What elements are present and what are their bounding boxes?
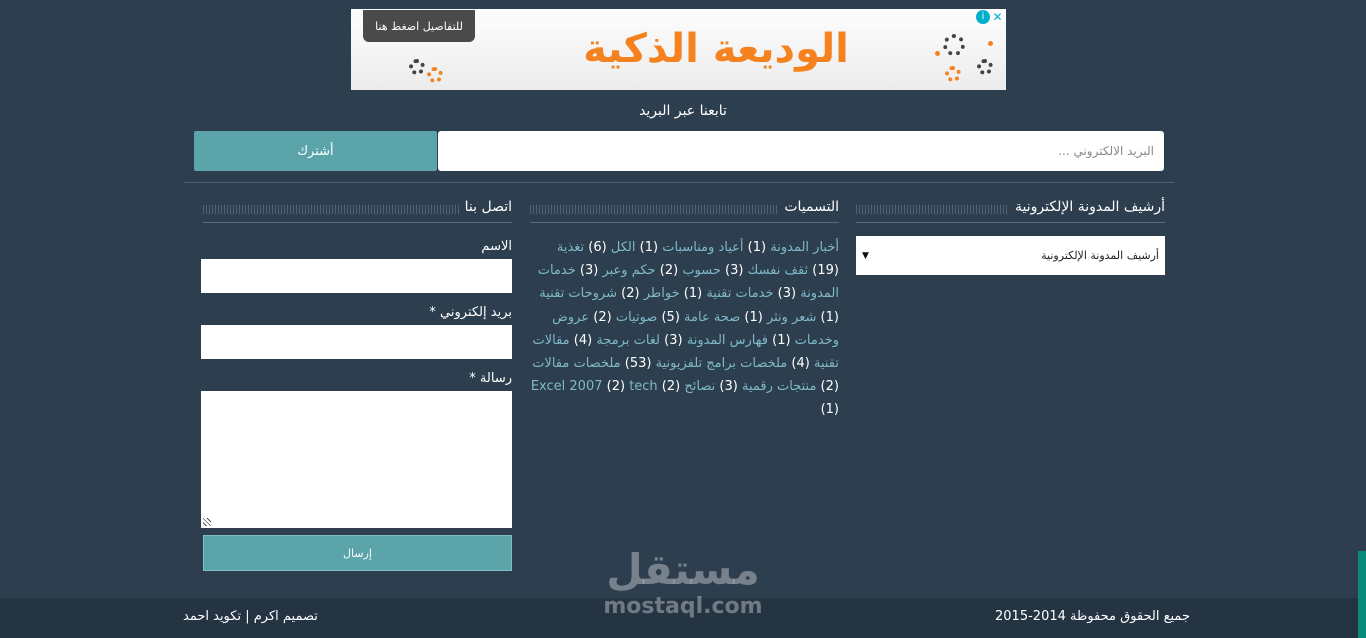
label-count: (1) (767, 332, 795, 348)
label-link[interactable]: منتجات رقمية (742, 379, 816, 394)
label-count: (1) (743, 240, 771, 255)
label-count: (3) (575, 263, 603, 279)
label-link[interactable]: Excel 2007 (531, 379, 603, 394)
label-count: (3) (715, 379, 742, 395)
label-count: (1) (740, 309, 767, 325)
follow-email-title: تابعنا عبر البريد (639, 103, 727, 119)
label-count: (1) (816, 309, 839, 325)
label-link[interactable]: خدمات تقنية (706, 286, 773, 301)
label-link[interactable]: تغذية (557, 240, 584, 255)
message-label: رسالة * (469, 371, 512, 386)
label-count: (2) (657, 379, 685, 395)
label-count: (1) (679, 286, 707, 302)
label-link[interactable]: صوتيات (616, 310, 658, 325)
labels-title: التسميات (778, 199, 839, 215)
name-label: الاسم (481, 239, 512, 254)
gear-icon (945, 66, 961, 82)
scroll-strip (1358, 551, 1366, 638)
email-label: بريد إلكتروني * (429, 305, 512, 320)
label-count: (2) (617, 286, 644, 302)
name-field[interactable] (201, 259, 512, 293)
label-link[interactable]: tech (629, 379, 657, 394)
close-icon[interactable]: ✕ (991, 10, 1004, 24)
label-count: (4) (569, 332, 597, 348)
gear-icon (943, 34, 965, 56)
subscribe-email-input[interactable] (438, 131, 1164, 171)
ad-title: الوديعة الذكية (583, 26, 849, 72)
ad-cta-button[interactable]: للتفاصيل اضغط هنا (363, 10, 475, 42)
label-link[interactable]: حسوب (682, 263, 721, 278)
chevron-down-icon: ▼ (862, 250, 869, 261)
label-count: (53) (620, 356, 656, 372)
label-link[interactable]: حكم وعبر (602, 263, 655, 278)
label-link[interactable]: نصائح (684, 379, 715, 394)
gear-icon (427, 67, 443, 83)
subscribe-button[interactable]: أشترك (194, 131, 437, 171)
gear-icon (409, 59, 425, 75)
archive-select-value: أرشيف المدونة الإلكترونية (1041, 249, 1159, 262)
label-count: (6) (584, 240, 611, 255)
label-count: (2) (589, 309, 616, 325)
email-field[interactable] (201, 325, 512, 359)
label-link[interactable]: أخبار المدونة (770, 240, 839, 255)
dot-icon (988, 41, 993, 46)
label-link[interactable]: شعر ونثر (767, 310, 816, 325)
label-count: (3) (773, 286, 801, 302)
credits: تصميم اكرم | تكويد احمد (183, 609, 318, 624)
label-count: (1) (635, 240, 663, 255)
info-icon[interactable]: i (976, 10, 990, 24)
ad-banner[interactable]: للتفاصيل اضغط هنا الوديعة الذكية i ✕ (351, 9, 1006, 90)
labels-list: أخبار المدونة (1) أعياد ومناسبات (1) الك… (528, 236, 839, 422)
label-link[interactable]: ملخصات مقالات (532, 356, 620, 371)
resize-grip-icon[interactable] (203, 518, 211, 526)
archive-title: أرشيف المدونة الإلكترونية (1009, 199, 1165, 215)
gear-icon (977, 59, 993, 75)
label-link[interactable]: صحة عامة (684, 310, 740, 325)
label-count: (4) (787, 356, 814, 372)
copyright: جميع الحقوق محفوظة 2014-2015 (995, 609, 1190, 624)
label-count: (5) (657, 309, 685, 325)
label-link[interactable]: فهارس المدونة (687, 333, 768, 348)
watermark-logo: مستقل (606, 545, 760, 594)
archive-widget-header: أرشيف المدونة الإلكترونية (856, 199, 1165, 223)
archive-select[interactable]: أرشيف المدونة الإلكترونية ▼ (856, 236, 1165, 275)
label-link[interactable]: أعياد ومناسبات (662, 240, 743, 255)
divider (184, 182, 1174, 183)
label-count: (2) (816, 379, 839, 395)
message-field[interactable] (201, 391, 512, 528)
send-button[interactable]: إرسال (203, 535, 512, 571)
contact-widget-header: اتصل بنا (203, 199, 512, 223)
label-count: (1) (820, 402, 839, 418)
label-count: (3) (720, 263, 748, 279)
label-link[interactable]: شروحات تقنية (539, 286, 617, 301)
label-count: (2) (602, 379, 630, 395)
label-link[interactable]: خواطر (644, 286, 680, 301)
label-link[interactable]: الكل (611, 240, 636, 255)
label-count: (2) (655, 263, 683, 279)
contact-title: اتصل بنا (458, 199, 512, 215)
label-count: (3) (660, 332, 687, 348)
label-link[interactable]: ملخصات برامج تلفزيونية (656, 356, 788, 371)
watermark-url: mostaql.com (603, 594, 763, 619)
labels-widget-header: التسميات (530, 199, 839, 223)
dot-icon (935, 51, 940, 56)
label-link[interactable]: ثقف نفسك (748, 263, 809, 278)
label-link[interactable]: لغات برمجة (596, 333, 660, 348)
label-count: (19) (808, 263, 839, 279)
